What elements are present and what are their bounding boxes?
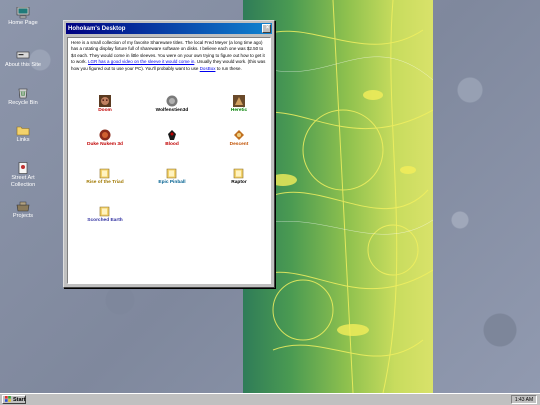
desktop-icon-label: About this Site — [4, 62, 42, 68]
folder-icon — [16, 123, 30, 136]
game-epic-pinball[interactable]: Epic Pinball — [139, 166, 205, 186]
desktop-icon-about-this-site[interactable]: About this Site — [1, 48, 45, 69]
desktop-icon-links[interactable]: Links — [1, 123, 45, 144]
game-heretic[interactable]: Heretic — [206, 94, 272, 114]
game-label: Rise of the Triad — [86, 180, 124, 185]
game-blood[interactable]: Blood — [139, 128, 205, 148]
desktop-icon-projects[interactable]: Projects — [1, 199, 45, 220]
game-label: Duke Nukem 3d — [87, 142, 123, 147]
game-label: Descent — [229, 142, 249, 147]
desktop-icon-label: Links — [16, 137, 30, 143]
lgr-video-link[interactable]: LGR has a good video on the sleeve it wo… — [88, 59, 194, 64]
game-label: Wolfenstien3d — [155, 108, 189, 113]
game-doom[interactable]: Doom — [72, 94, 138, 114]
folder-icon — [99, 166, 111, 179]
game-label: Epic Pinball — [158, 180, 186, 185]
start-label: Start — [13, 396, 26, 403]
projects-icon — [16, 199, 30, 212]
window-titlebar[interactable]: Hohokam's Desktop × — [66, 23, 272, 34]
doom-icon — [99, 94, 111, 107]
start-button[interactable]: Start — [2, 395, 26, 404]
game-label: Doom — [98, 108, 112, 113]
folder-icon — [166, 166, 178, 179]
window-title: Hohokam's Desktop — [68, 25, 126, 32]
game-label: Scorched Earth — [87, 218, 123, 223]
art-collection-icon — [16, 161, 30, 174]
folder-icon — [233, 166, 245, 179]
close-button[interactable]: × — [262, 24, 271, 33]
descent-icon — [233, 128, 245, 140]
folder-icon — [99, 204, 111, 217]
game-wolfenstien3d[interactable]: Wolfenstien3d — [139, 94, 205, 114]
duke-nukem-icon — [99, 128, 111, 141]
blood-icon — [166, 128, 178, 140]
desktop-icon-home-page[interactable]: Home Page — [1, 6, 45, 27]
game-rise-of-the-triad[interactable]: Rise of the Triad — [72, 166, 138, 186]
desktop-icon-label: Recycle Bin — [8, 100, 38, 106]
windows-logo-icon — [5, 395, 11, 404]
wolfenstein-icon — [166, 94, 178, 107]
heretic-icon — [233, 94, 245, 107]
desktop-icon-recycle-bin[interactable]: Recycle Bin — [1, 86, 45, 107]
desktop-icon-street-art-collection[interactable]: Street Art Collection — [1, 161, 45, 188]
game-descent[interactable]: Descent — [206, 128, 272, 148]
intro-text: Here is a small collection of my favorit… — [68, 38, 270, 72]
game-scorched-earth[interactable]: Scorched Earth — [72, 204, 138, 224]
game-label: Heretic — [230, 108, 248, 113]
hohokams-desktop-window: Hohokam's Desktop × Here is a small coll… — [63, 20, 275, 288]
desktop-icon-label: Projects — [12, 213, 34, 219]
desktop-icon-label: Street Art Collection — [10, 175, 36, 188]
intro-text-end: to run these. — [215, 65, 242, 71]
desktop: Home Page About this Site Recycle Bin Li… — [0, 0, 540, 393]
close-icon: × — [265, 25, 270, 31]
dosbox-link[interactable]: DosBox — [200, 66, 216, 71]
recycle-bin-icon — [16, 86, 30, 99]
game-duke-nukem-3d[interactable]: Duke Nukem 3d — [72, 128, 138, 148]
computer-icon — [16, 6, 30, 19]
game-label: Raptor — [231, 180, 247, 185]
drive-icon — [16, 48, 30, 60]
game-label: Blood — [165, 142, 179, 147]
taskbar-clock: 1:43 AM — [511, 395, 537, 404]
game-raptor[interactable]: Raptor — [206, 166, 272, 186]
taskbar: Start 1:43 AM — [0, 393, 540, 405]
window-content: Here is a small collection of my favorit… — [67, 37, 271, 284]
desktop-icon-label: Home Page — [8, 20, 38, 26]
